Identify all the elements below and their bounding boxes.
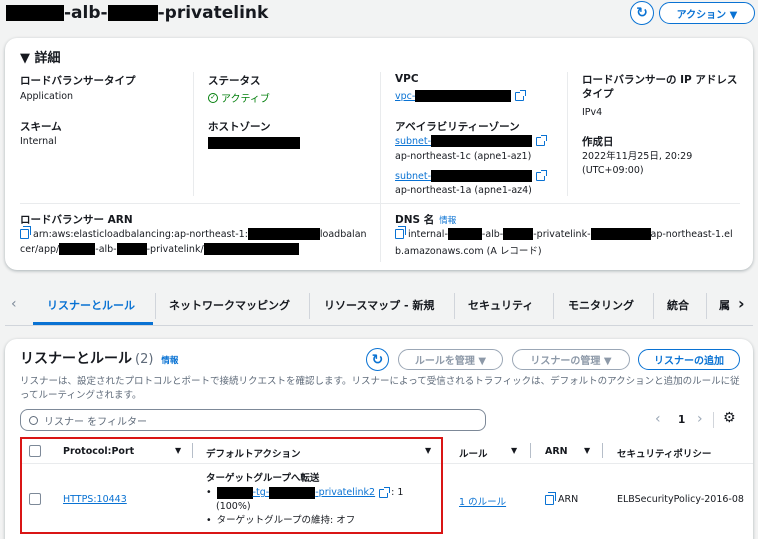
redacted-block (247, 228, 320, 240)
external-link-icon (536, 134, 548, 146)
divider (380, 72, 381, 262)
listeners-info-link[interactable]: 情報 (161, 354, 178, 366)
tab-monitoring[interactable]: モニタリング (568, 297, 634, 317)
highlight-box (20, 437, 443, 534)
pagination-prev-icon[interactable]: ‹ (655, 411, 661, 427)
dns-label: DNS 名情報 (395, 214, 457, 226)
listeners-refresh-button[interactable]: ↻ (366, 348, 389, 371)
refresh-icon: ↻ (371, 351, 384, 368)
filter-input[interactable]: リスナー をフィルター (20, 409, 486, 431)
redacted-block (590, 228, 651, 240)
redacted-block (431, 135, 533, 147)
manage-listeners-button[interactable]: リスナーの管理 ▼ (512, 349, 630, 370)
hosted-zone-label: ホストゾーン (208, 121, 271, 133)
tab-listeners[interactable]: リスナーとルール (47, 297, 135, 317)
column-divider (602, 443, 603, 458)
redacted-block (116, 243, 147, 255)
add-listener-button[interactable]: リスナーの追加 (638, 349, 740, 370)
tab-divider (653, 293, 654, 319)
scheme-label: スキーム (20, 121, 62, 133)
subnet-link[interactable]: subnet- (395, 169, 548, 182)
arn-copy[interactable]: ARN (545, 491, 578, 505)
az2-value: ap-northeast-1a (apne1-az4) (395, 185, 532, 196)
details-heading[interactable]: ▼ 詳細 (20, 47, 61, 66)
redacted-block (431, 170, 533, 182)
tab-divider (706, 293, 707, 319)
tab-attributes[interactable]: 属 (719, 297, 735, 317)
column-arn[interactable]: ARN (545, 446, 568, 457)
dns-value: internal- -alb- -privatelink-ap-northeast-… (395, 226, 733, 240)
vpc-link[interactable]: vpc- (395, 89, 527, 102)
tabs-prev-chevron-icon[interactable]: ‹ (11, 296, 17, 312)
created-label: 作成日 (582, 136, 614, 148)
tab-divider (309, 293, 310, 319)
refresh-icon: ↻ (636, 5, 648, 21)
vpc-label: VPC (395, 73, 419, 85)
redacted-block (107, 5, 158, 21)
tab-divider (553, 293, 554, 319)
tab-divider (155, 293, 156, 319)
scheme-value: Internal (20, 136, 57, 147)
pagination-page[interactable]: 1 (678, 414, 685, 426)
page-title: -alb- -privatelink (6, 2, 268, 24)
redacted-block (6, 5, 64, 21)
redacted-block (203, 243, 299, 255)
security-policy-value: ELBSecurityPolicy-2016-08 (617, 494, 744, 505)
tab-network-mapping[interactable]: ネットワークマッピング (169, 297, 290, 317)
subnet-link[interactable]: subnet- (395, 134, 548, 147)
dns-value-cont: b.amazonaws.com (A レコード) (395, 246, 542, 257)
redacted-block (447, 228, 482, 240)
rules-link[interactable]: 1 のルール (459, 494, 506, 508)
search-icon (29, 415, 38, 425)
section-divider (20, 203, 740, 204)
pagination-divider (713, 412, 714, 428)
listeners-description: リスナーは、設定されたプロトコルとポートで接続リクエストを確認します。リスナーに… (20, 376, 740, 401)
arn-label: ロードバランサー ARN (20, 214, 133, 226)
ip-type-label: ロードバランサーの IP アドレスタイプ (582, 74, 738, 100)
redacted-block (208, 137, 300, 149)
tabs-next-chevron-icon[interactable]: › (738, 294, 745, 313)
redacted-block (503, 228, 534, 240)
divider (567, 72, 568, 196)
column-security-policy[interactable]: セキュリティポリシー (617, 446, 711, 460)
created-value: 2022年11月25日, 20:29 (UTC+09:00) (582, 151, 693, 176)
arn-value-cont: cer/app/-alb- -privatelink/ (20, 243, 299, 255)
settings-gear-icon[interactable]: ⚙ (723, 410, 736, 426)
external-link-icon (536, 169, 548, 181)
status-value: ✓ アクティブ (208, 90, 270, 105)
redacted-block (415, 90, 512, 102)
lb-type-value: Application (20, 91, 74, 102)
sort-caret-icon[interactable]: ▼ (584, 446, 590, 455)
copy-icon[interactable] (20, 226, 31, 239)
title-part: -alb- (64, 3, 108, 23)
az1-value: ap-northeast-1c (apne1-az1) (395, 151, 532, 162)
status-label: ステータス (208, 75, 261, 87)
manage-rules-button[interactable]: ルールを管理 ▼ (398, 349, 503, 370)
tab-integrations[interactable]: 統合 (667, 297, 689, 317)
copy-icon (545, 491, 556, 505)
sort-caret-icon[interactable]: ▼ (511, 446, 517, 455)
arn-value: arn:aws:elasticloadbalancing:ap-northeas… (20, 226, 367, 240)
title-part: -privatelink (157, 3, 269, 23)
tab-resource-map[interactable]: リソースマップ - 新規 (324, 297, 434, 317)
tab-security[interactable]: セキュリティ (468, 297, 533, 317)
divider (193, 72, 194, 196)
listeners-heading: リスナーとルール (2) 情報 (20, 351, 179, 367)
column-divider (530, 443, 531, 458)
pagination-next-icon[interactable]: › (697, 411, 703, 427)
external-link-icon (515, 89, 527, 101)
actions-button[interactable]: アクション ▼ (659, 2, 755, 24)
az-label: アベイラビリティーゾーン (395, 121, 520, 133)
redacted-block (59, 243, 96, 255)
ip-type-value: IPv4 (582, 107, 603, 118)
lb-type-label: ロードバランサータイプ (20, 75, 136, 87)
copy-icon[interactable] (395, 226, 406, 239)
refresh-button[interactable]: ↻ (630, 1, 654, 25)
check-circle-icon: ✓ (208, 92, 218, 103)
dns-info-link[interactable]: 情報 (439, 214, 456, 226)
tab-divider (454, 293, 455, 319)
tabs-underline (5, 325, 753, 326)
column-rules[interactable]: ルール (459, 446, 488, 460)
